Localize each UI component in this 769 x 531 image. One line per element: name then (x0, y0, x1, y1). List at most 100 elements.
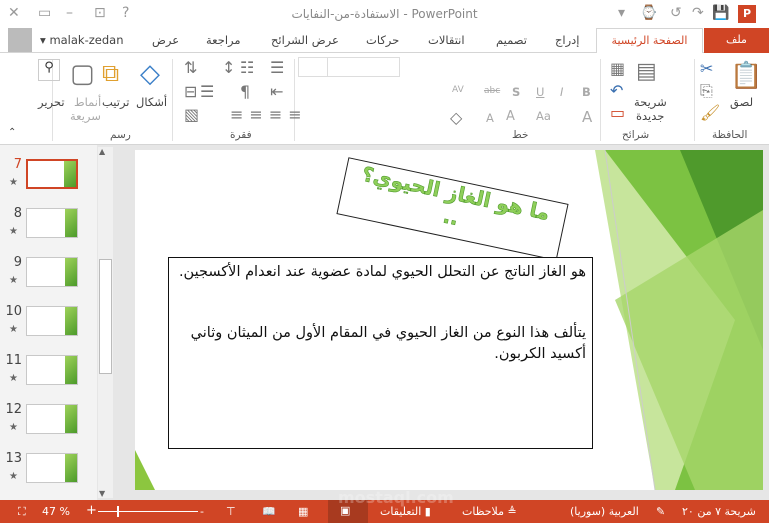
redo-icon[interactable]: ↷ (692, 5, 704, 21)
line-spacing-icon[interactable]: ↕ (222, 58, 235, 77)
zoom-slider-thumb[interactable] (117, 506, 119, 517)
strikethrough-button[interactable]: abc (484, 86, 500, 96)
indent-icon[interactable]: ⇤ (270, 82, 283, 101)
powerpoint-logo-icon: P (738, 5, 756, 23)
slide-sorter-icon[interactable]: ▦ (298, 505, 308, 518)
tab-view[interactable]: عرض (152, 33, 179, 47)
slide-thumbnail-item[interactable]: 10 ★ (0, 304, 96, 344)
avatar[interactable] (8, 28, 32, 52)
font-size-select[interactable] (298, 57, 328, 77)
new-slide-label-2[interactable]: جديدة (636, 109, 664, 123)
scroll-up-icon[interactable]: ▲ (99, 147, 105, 156)
save-icon[interactable]: 💾 (712, 5, 729, 21)
shrink-font-button[interactable]: A (486, 111, 494, 125)
slide-thumbnail[interactable] (26, 306, 78, 336)
rtl-icon[interactable]: ¶ (240, 82, 250, 101)
shapes-button[interactable]: أشكال (136, 95, 167, 109)
scrollbar-thumb[interactable] (99, 259, 112, 374)
font-color-button[interactable]: A (582, 108, 592, 126)
smartart-icon[interactable]: ▧ (184, 105, 199, 124)
text-direction-icon[interactable]: ⇅ (184, 58, 197, 77)
quick-styles-icon[interactable]: ▢ (70, 59, 95, 89)
slide-thumbnail-item[interactable]: 7 ★ (0, 157, 96, 197)
paste-icon[interactable]: 📋 (730, 61, 762, 91)
align-icons[interactable]: ≡≡≡≡ (230, 105, 308, 124)
bold-button[interactable]: B (582, 85, 591, 99)
underline-button[interactable]: U (536, 85, 544, 99)
new-slide-icon[interactable]: ▤ (636, 59, 657, 84)
italic-button[interactable]: I (560, 85, 563, 99)
format-painter-icon[interactable]: 🖌 (700, 103, 720, 122)
tab-file[interactable]: ملف (704, 28, 769, 53)
shapes-icon[interactable]: ◇ (140, 59, 160, 89)
spell-check-icon[interactable]: ✎ (656, 505, 665, 518)
presenter-icon[interactable]: ⌚ (640, 5, 657, 21)
tab-design[interactable]: تصميم (496, 33, 527, 47)
thumbnails-scrollbar[interactable]: ▲ ▼ (98, 147, 113, 498)
divider (294, 59, 295, 141)
arrange-button[interactable]: ترتيب (102, 95, 130, 109)
new-slide-label-1[interactable]: شريحة (634, 95, 667, 109)
align-text-icon[interactable]: ⊟ (184, 82, 197, 101)
slide-thumbnail-item[interactable]: 8 ★ (0, 206, 96, 246)
cut-icon[interactable]: ✂ (700, 59, 713, 78)
scroll-down-icon[interactable]: ▼ (99, 489, 105, 498)
arrange-icon[interactable]: ⧉ (102, 59, 119, 87)
collapse-ribbon-icon[interactable]: ⌃ (8, 127, 16, 138)
tab-review[interactable]: مراجعة (206, 33, 241, 47)
numbering-icon[interactable]: ☷ (240, 58, 254, 77)
slide-canvas[interactable]: ما هو الغاز الحيوي؟ .. هو الغاز الناتج ع… (135, 150, 763, 490)
language-indicator[interactable]: العربية (سوريا) (570, 505, 639, 518)
reset-icon[interactable]: ↶ (610, 81, 623, 100)
slide-thumbnail[interactable] (26, 257, 78, 287)
grow-font-button[interactable]: A (506, 109, 515, 124)
zoom-level[interactable]: 47 % (42, 505, 70, 518)
tab-transitions[interactable]: انتقالات (428, 33, 465, 47)
zoom-slider[interactable] (98, 511, 198, 512)
shadow-button[interactable]: S (512, 85, 520, 99)
animation-star-icon: ★ (9, 422, 18, 433)
slide-body-textbox[interactable]: هو الغاز الناتج عن التحلل الحيوي لمادة ع… (168, 257, 593, 449)
slide-thumbnail[interactable] (26, 404, 78, 434)
animation-star-icon: ★ (9, 177, 18, 188)
bullets-icon[interactable]: ☰ (270, 58, 284, 77)
slideshow-view-icon[interactable]: ⊤ (226, 505, 236, 518)
slide-thumbnail[interactable] (26, 355, 78, 385)
zoom-in-icon[interactable]: + (86, 503, 97, 518)
divider (600, 59, 601, 141)
animation-star-icon: ★ (9, 324, 18, 335)
copy-icon[interactable]: ⎘ (700, 81, 713, 101)
clear-formatting-icon[interactable]: ◇ (450, 108, 462, 127)
slide-thumbnail-item[interactable]: 11 ★ (0, 353, 96, 393)
group-label-drawing: رسم (110, 129, 131, 141)
zoom-out-icon[interactable]: - (200, 505, 204, 518)
paste-button[interactable]: لصق (730, 95, 753, 109)
tab-insert[interactable]: إدراج (555, 33, 580, 47)
slide-thumbnail-item[interactable]: 13 ★ (0, 451, 96, 491)
user-menu[interactable]: ▾ malak-zedan (40, 33, 124, 47)
find-icon[interactable]: ⚲ (38, 59, 60, 81)
slide-thumbnail-item[interactable]: 9 ★ (0, 255, 96, 295)
slide-thumbnail[interactable] (26, 159, 78, 189)
slide-thumbnail[interactable] (26, 208, 78, 238)
notes-button[interactable]: ملاحظات ≜ (462, 505, 517, 518)
slide-thumbnail[interactable] (26, 453, 78, 483)
title-bar: ✕ ▭ – ⊡ ? الاستفادة-من-النفايات - PowerP… (0, 0, 769, 28)
fit-to-window-icon[interactable]: ⛶ (18, 505, 26, 519)
change-case-button[interactable]: Aa (536, 109, 551, 123)
section-icon[interactable]: ▭ (610, 103, 625, 122)
quick-styles-label-1[interactable]: أنماط (74, 95, 101, 109)
tab-home[interactable]: الصفحة الرئيسية (596, 28, 703, 54)
quick-styles-label-2[interactable]: سريعة (70, 109, 101, 123)
editing-button[interactable]: تحرير (38, 95, 65, 109)
undo-icon[interactable]: ↺ (670, 5, 682, 21)
columns-icon[interactable]: ☰ (200, 82, 214, 101)
layout-icon[interactable]: ▦ (610, 59, 625, 78)
tab-slideshow[interactable]: عرض الشرائح (271, 33, 339, 47)
tab-animations[interactable]: حركات (366, 33, 399, 47)
reading-view-icon[interactable]: 📖 (262, 505, 276, 518)
slide-thumbnail-item[interactable]: 12 ★ (0, 402, 96, 442)
char-spacing-button[interactable]: AV (452, 85, 464, 95)
customize-qat-icon[interactable]: ▾ (618, 5, 625, 21)
animation-star-icon: ★ (9, 471, 18, 482)
